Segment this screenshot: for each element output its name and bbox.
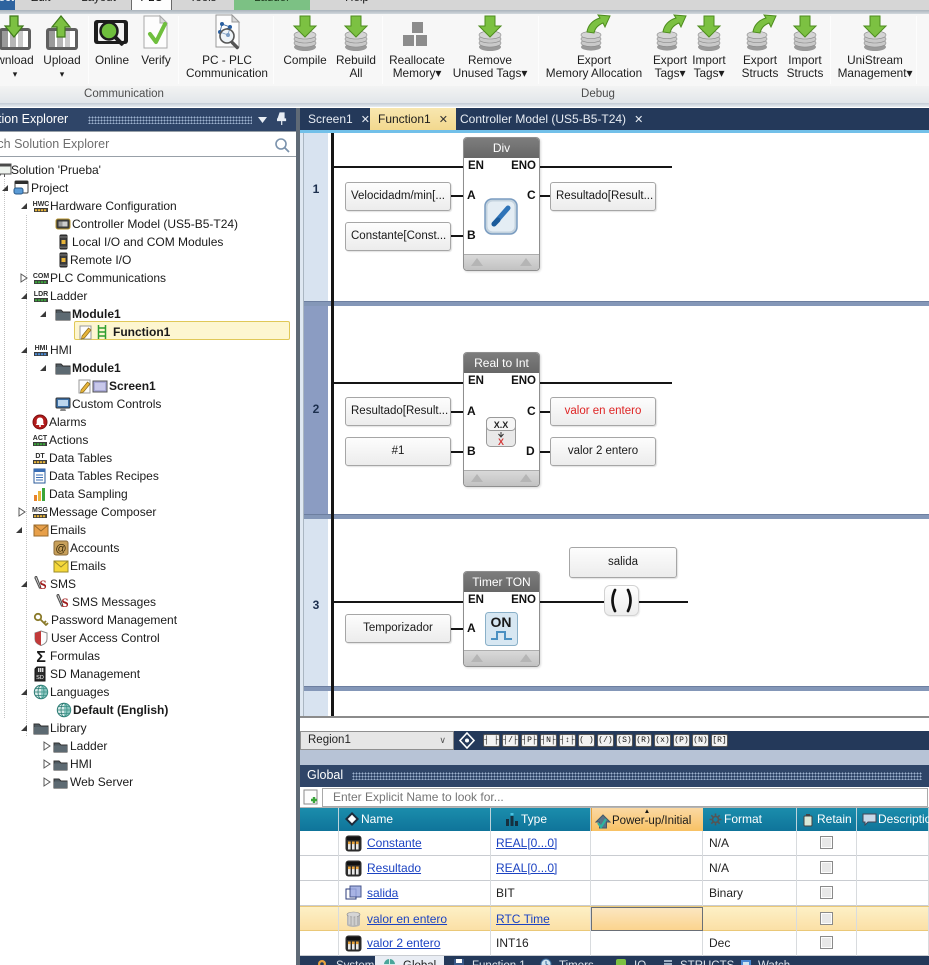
svg-text:X.X: X.X [494, 420, 509, 430]
svg-text:COM: COM [33, 273, 49, 280]
svg-text:Σ: Σ [36, 649, 46, 664]
svg-text:ACT: ACT [33, 435, 48, 442]
svg-text:MSG: MSG [32, 507, 48, 514]
svg-text:SD: SD [36, 675, 44, 681]
svg-text:HWC: HWC [33, 201, 49, 208]
svg-text:S: S [39, 577, 46, 592]
svg-text:ON: ON [491, 614, 512, 630]
svg-text:X: X [498, 437, 504, 447]
svg-text:S: S [61, 595, 68, 610]
svg-text:@: @ [55, 543, 66, 555]
svg-text:LDR: LDR [34, 291, 48, 298]
svg-text:DT: DT [35, 453, 45, 460]
svg-text:HMI: HMI [35, 345, 48, 352]
